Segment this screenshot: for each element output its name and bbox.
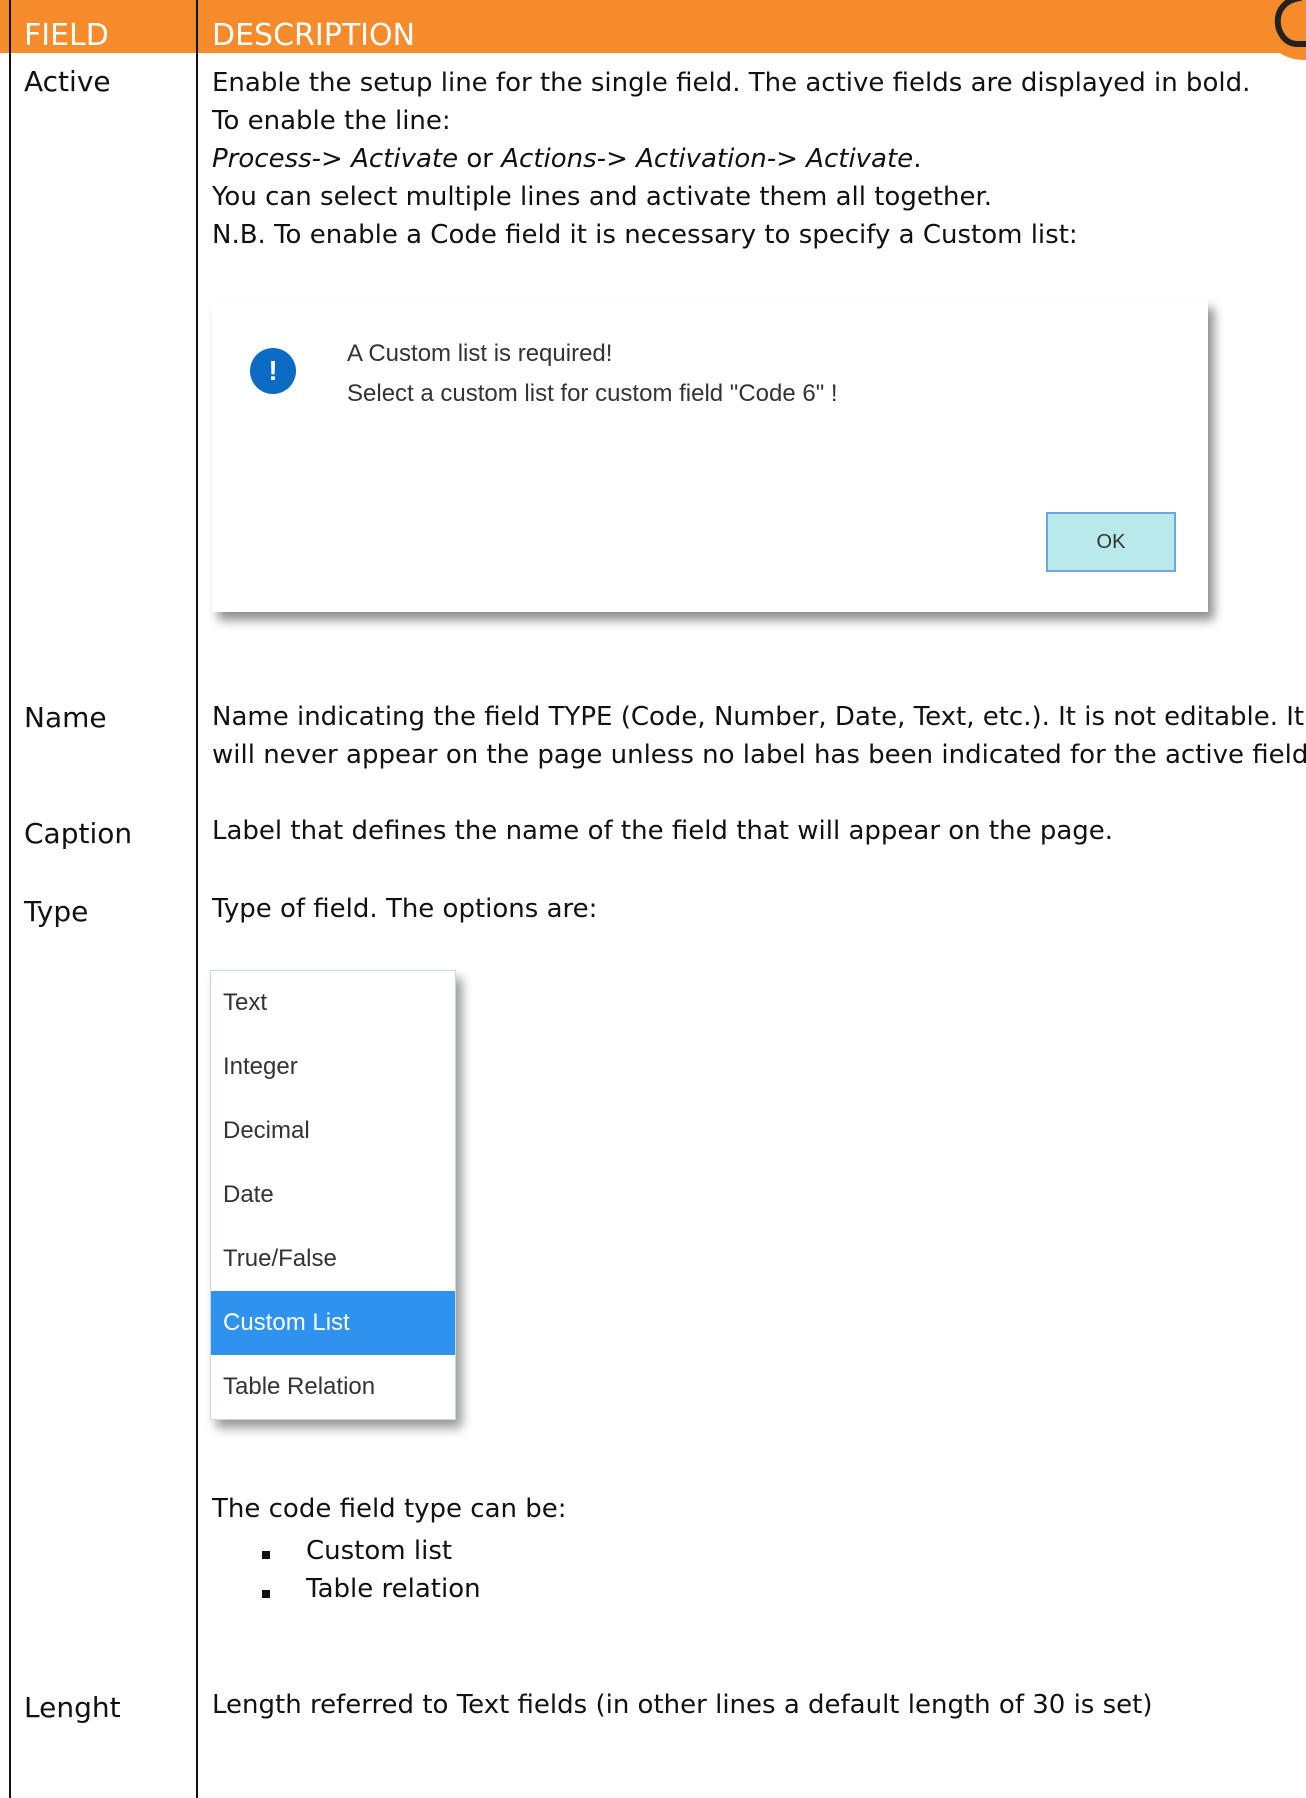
- dropdown-option-text[interactable]: Text: [211, 971, 455, 1035]
- brand-logo-icon: [1196, 0, 1306, 60]
- table-column-divider: [196, 0, 198, 1798]
- dropdown-option-integer[interactable]: Integer: [211, 1035, 455, 1099]
- activate-path-process: Process-> Activate: [212, 144, 459, 174]
- type-desc-line1: Type of field. The options are:: [212, 894, 598, 924]
- active-desc-line4: You can select multiple lines and activa…: [212, 182, 993, 212]
- description-column-header: DESCRIPTION: [212, 18, 416, 53]
- field-label-name: Name: [24, 701, 107, 734]
- info-icon: !: [250, 348, 296, 394]
- active-desc-or: or: [458, 144, 502, 174]
- active-desc-period: .: [913, 144, 922, 174]
- dropdown-option-custom-list[interactable]: Custom List: [211, 1291, 455, 1355]
- caption-desc-line1: Label that defines the name of the field…: [212, 816, 1114, 846]
- bullet-icon: [262, 1590, 270, 1598]
- activate-path-actions: Actions-> Activation-> Activate: [501, 144, 914, 174]
- bullet-icon: [262, 1551, 270, 1559]
- length-desc-line1: Length referred to Text fields (in other…: [212, 1690, 1153, 1720]
- active-desc-line2: To enable the line:: [212, 106, 451, 136]
- dialog-title: A Custom list is required!: [347, 340, 613, 367]
- table-left-border: [9, 0, 11, 1798]
- field-type-dropdown: Text Integer Decimal Date True/False Cus…: [210, 970, 456, 1420]
- dropdown-option-date[interactable]: Date: [211, 1163, 455, 1227]
- field-column-header: FIELD: [24, 18, 109, 53]
- active-desc-line1: Enable the setup line for the single fie…: [212, 68, 1251, 98]
- dialog-message: Select a custom list for custom field "C…: [347, 380, 838, 407]
- field-label-length: Lenght: [24, 1691, 121, 1724]
- dropdown-option-table-relation[interactable]: Table Relation: [211, 1355, 455, 1419]
- active-desc-line3: Process-> Activate or Actions-> Activati…: [212, 140, 921, 178]
- dropdown-option-true-false[interactable]: True/False: [211, 1227, 455, 1291]
- field-label-caption: Caption: [24, 817, 133, 850]
- name-desc-line2: will never appear on the page unless no …: [212, 740, 1306, 770]
- code-field-intro: The code field type can be:: [212, 1494, 567, 1524]
- code-type-bullet-table-relation: Table relation: [306, 1574, 481, 1604]
- dropdown-option-decimal[interactable]: Decimal: [211, 1099, 455, 1163]
- field-label-active: Active: [24, 65, 111, 98]
- active-desc-line5: N.B. To enable a Code field it is necess…: [212, 220, 1078, 250]
- name-desc-line1: Name indicating the field TYPE (Code, Nu…: [212, 702, 1305, 732]
- custom-list-required-dialog: ! A Custom list is required! Select a cu…: [212, 300, 1208, 612]
- code-type-bullet-custom-list: Custom list: [306, 1536, 453, 1566]
- ok-button[interactable]: OK: [1046, 512, 1176, 572]
- field-label-type: Type: [24, 895, 89, 928]
